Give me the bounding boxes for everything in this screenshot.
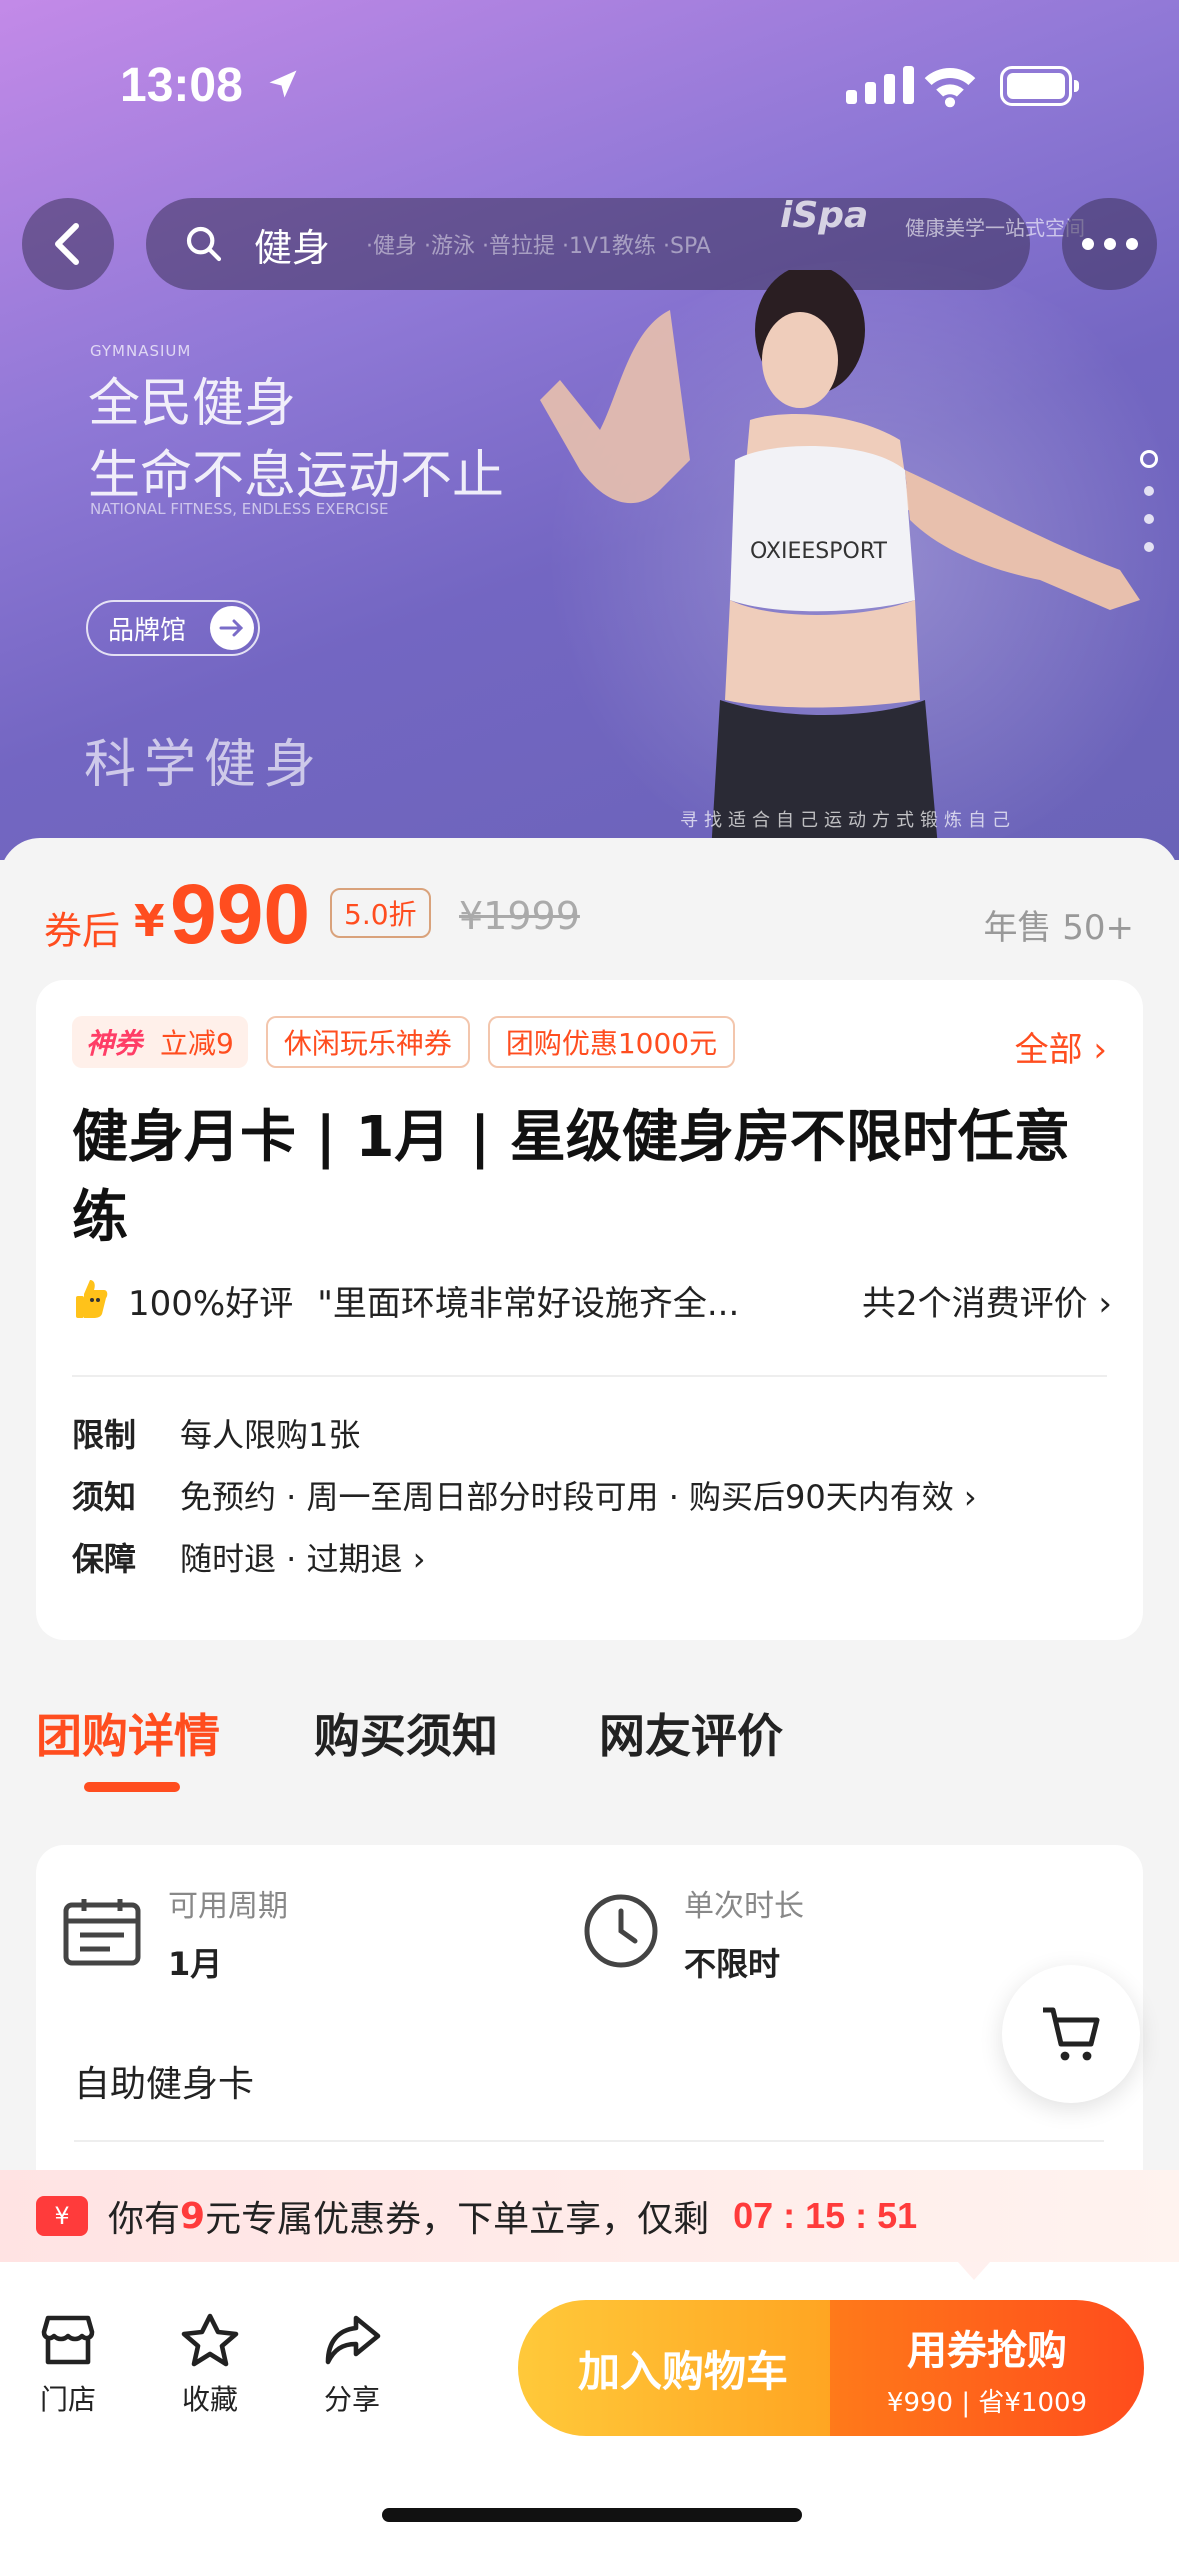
store-label: 门店 [39,2383,96,2416]
coupon-label: 立减9 [160,1027,234,1060]
banner-nav-hint: ·健身 ·游泳 ·普拉提 ·1V1教练 ·SPA [366,234,711,259]
more-dot-icon [1081,238,1094,250]
buy-button-title: 用券抢购 [907,2328,1067,2374]
divider [72,1375,1107,1377]
brand-logo: iSpa [780,195,869,236]
slogan-line-1: 全民健身 [88,374,297,434]
location-arrow-icon [269,70,297,98]
brand-subtitle: 健康美学一站式空间 [905,216,1085,240]
shirt-text: OXIEESPORT [750,539,888,564]
period-item: 可用周期 1月 [168,1881,288,1985]
rule-value: 免预约 · 周一至周日部分时段可用 · 购买后90天内有效 › [180,1478,977,1516]
product-info-card: 神券 立减9 休闲玩乐神券 团购优惠1000元 全部 › 健身月卡 | 1月 |… [36,980,1143,1640]
add-to-cart-button[interactable]: 加入购物车 [518,2300,848,2436]
annual-sales: 年售 50+ [983,908,1134,948]
review-total-link[interactable]: 共2个消费评价 › [862,1276,1112,1325]
rule-key: 限制 [72,1416,137,1454]
price-row: 券后 ¥ 990 5.0折 ¥1999 年售 50+ [44,867,1134,961]
duration-item: 单次时长 不限时 [684,1881,804,1985]
active-tab-indicator [84,1782,180,1792]
banner-bottom-text: 寻找适合自己运动方式锻炼自己 [680,810,1016,831]
battery-icon [1000,66,1079,106]
banner-slogan-en: NATIONAL FITNESS, ENDLESS EXERCISE [90,500,389,518]
review-rate: 100%好评 [128,1283,294,1324]
store-button[interactable]: 门店 [18,2312,118,2418]
discount-badge: 5.0折 [330,888,431,938]
coupon-countdown: 07 : 15 : 51 [733,2195,918,2236]
coupon-bar-amount: 9 [180,2195,206,2237]
banner-tag: GYMNASIUM [90,342,192,360]
clock-icon [584,1894,658,1968]
divider [74,2140,1104,2142]
rule-guarantee[interactable]: 保障 随时退 · 过期退 › [72,1534,426,1580]
banner-science-text: 科学健身 [84,735,325,795]
period-value: 1月 [168,1945,223,1983]
status-bar: 13:08 [0,0,1179,175]
buy-button-subtitle: ¥990 | 省¥1009 [886,2388,1088,2418]
favorite-label: 收藏 [181,2383,238,2416]
price-value: 990 [170,867,311,961]
review-quote: "里面环境非常好设施齐全... [317,1283,740,1324]
shopping-cart-icon [1043,2007,1100,2061]
period-label: 可用周期 [168,1889,288,1924]
store-icon [41,2315,95,2365]
search-text: 健身 [254,225,331,270]
banner-slogan: 全民健身 生命不息运动不止 [88,368,504,512]
coupon-ticket-icon: ¥ [36,2196,88,2236]
all-coupons-link[interactable]: 全部 › [1015,1022,1107,1071]
back-button[interactable] [22,198,114,290]
coupon-buy-button[interactable]: 用券抢购 ¥990 | 省¥1009 [830,2300,1144,2436]
rule-notice[interactable]: 须知 免预约 · 周一至周日部分时段可用 · 购买后90天内有效 › [72,1472,977,1518]
coupon-bar-pointer [958,2262,990,2280]
carousel-indicator[interactable] [1140,450,1158,552]
coupon-brand: 神券 [86,1027,143,1060]
rule-value: 每人限购1张 [180,1416,361,1454]
tab-purchase-notice[interactable]: 购买须知 [314,1700,498,1766]
price-currency: ¥ [134,896,165,947]
hero-banner[interactable]: 13:08 健身 ·健身 ·游泳 ·普拉提 ·1V1教练 ·SPA iSpa 健… [0,0,1179,860]
star-icon [181,2313,239,2367]
coupon-list: 神券 立减9 休闲玩乐神券 团购优惠1000元 [72,1016,736,1068]
calendar-icon [63,1899,141,1966]
share-icon [325,2315,381,2365]
coupon-tag[interactable]: 团购优惠1000元 [487,1016,736,1068]
floating-cart-button[interactable] [1002,1965,1140,2103]
duration-label: 单次时长 [684,1889,804,1924]
search-icon [186,226,222,262]
chevron-left-icon [55,223,79,265]
product-title: 健身月卡 | 1月 | 星级健身房不限时任意练 [72,1105,1070,1250]
tab-group-details[interactable]: 团购详情 [36,1700,220,1766]
rule-key: 须知 [72,1478,137,1516]
share-button[interactable]: 分享 [302,2312,402,2418]
status-time: 13:08 [120,59,243,112]
after-coupon-label: 券后 [44,909,121,953]
coupon-bar-prefix: 你有 [108,2199,181,2240]
coupon-tag[interactable]: 休闲玩乐神券 [265,1016,470,1068]
brand-hall-label: 品牌馆 [108,615,187,646]
bottom-action-bar: 门店 收藏 分享 加入购物车 用券抢购 ¥990 | 省¥1009 [0,2262,1179,2556]
tab-reviews[interactable]: 网友评价 [599,1700,783,1766]
original-price: ¥1999 [459,894,580,938]
home-indicator [382,2508,802,2522]
rule-limit: 限制 每人限购1张 [72,1410,360,1456]
thumbs-up-mascot-icon [76,1280,108,1318]
package-item: 自助健身卡 [74,2064,255,2105]
coupon-countdown-bar[interactable]: ¥ 你有 9 元专属优惠券，下单立享，仅剩 07 : 15 : 51 [0,2170,1179,2262]
duration-value: 不限时 [684,1945,781,1983]
brand-hall-button[interactable]: 品牌馆 [86,600,261,656]
coupon-bar-suffix: 元专属优惠券，下单立享，仅剩 [205,2199,710,2240]
rule-value: 随时退 · 过期退 › [180,1540,426,1578]
rule-key: 保障 [72,1540,137,1578]
cellular-signal-icon [846,66,914,104]
review-summary[interactable]: 100%好评 "里面环境非常好设施齐全... 共2个消费评价 › [72,1270,1112,1330]
detail-tabs: 团购详情 购买须知 网友评价 [36,1700,1136,1792]
coupon-tag[interactable]: 神券 立减9 [72,1016,248,1068]
arrow-right-icon [210,606,255,650]
share-label: 分享 [323,2383,380,2416]
favorite-button[interactable]: 收藏 [160,2312,260,2418]
athlete-image: OXIEESPORT [540,270,1140,860]
wifi-icon [924,68,976,108]
